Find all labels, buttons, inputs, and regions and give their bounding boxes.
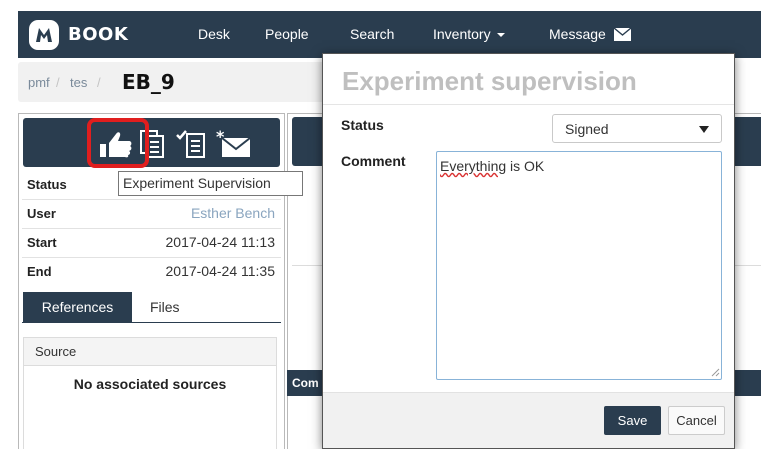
book-logo-icon[interactable] bbox=[29, 20, 59, 50]
page-title: EB_9 bbox=[122, 70, 175, 94]
tab-files[interactable]: Files bbox=[150, 299, 180, 315]
highlight-annotation bbox=[87, 118, 149, 168]
user-value[interactable]: Esther Bench bbox=[191, 205, 275, 221]
status-field-label: Status bbox=[341, 117, 384, 133]
nav-people[interactable]: People bbox=[265, 26, 309, 42]
breadcrumb: pmf / tes / EB_9 bbox=[18, 62, 338, 102]
breadcrumb-separator: / bbox=[97, 75, 101, 90]
breadcrumb-item-tes[interactable]: tes bbox=[70, 75, 87, 90]
end-value: 2017-04-24 11:35 bbox=[165, 263, 276, 279]
modal-title: Experiment supervision bbox=[342, 66, 637, 96]
top-navbar: BOOK Desk People Search Inventory Messag… bbox=[18, 11, 761, 58]
resize-grip-icon[interactable] bbox=[711, 368, 720, 377]
caret-down-icon bbox=[496, 33, 505, 38]
status-select-value: Signed bbox=[565, 121, 609, 137]
breadcrumb-item-pmf[interactable]: pmf bbox=[28, 75, 50, 90]
status-select[interactable]: Signed bbox=[552, 114, 722, 143]
supervision-modal: Experiment supervision Status Signed Com… bbox=[322, 53, 735, 449]
nav-search[interactable]: Search bbox=[350, 26, 394, 42]
source-panel: Source No associated sources bbox=[23, 337, 277, 449]
nav-desk[interactable]: Desk bbox=[198, 26, 230, 42]
divider bbox=[323, 104, 734, 105]
status-label: Status bbox=[27, 177, 67, 192]
divider bbox=[22, 228, 281, 229]
divider bbox=[22, 199, 281, 200]
mail-star-icon[interactable]: * bbox=[216, 129, 252, 159]
source-header: Source bbox=[24, 338, 276, 366]
divider bbox=[22, 257, 281, 258]
no-sources-message: No associated sources bbox=[73, 376, 227, 392]
breadcrumb-separator: / bbox=[56, 75, 60, 90]
end-label: End bbox=[27, 264, 52, 279]
modal-footer: Save Cancel bbox=[323, 392, 734, 448]
tab-references[interactable]: References bbox=[23, 292, 132, 323]
tooltip: Experiment Supervision bbox=[118, 171, 303, 196]
comment-text: is OK bbox=[506, 158, 545, 174]
cancel-button[interactable]: Cancel bbox=[668, 406, 725, 435]
save-button[interactable]: Save bbox=[604, 406, 661, 435]
nav-inventory-label: Inventory bbox=[433, 26, 491, 42]
comment-field-label: Comment bbox=[341, 153, 406, 169]
start-label: Start bbox=[27, 235, 57, 250]
user-label: User bbox=[27, 206, 56, 221]
caret-down-icon bbox=[699, 126, 709, 133]
tabs-underline bbox=[22, 322, 281, 323]
nav-inventory[interactable]: Inventory bbox=[433, 26, 505, 42]
comment-spellchecked-word: Everything bbox=[440, 158, 507, 174]
envelope-icon bbox=[613, 28, 631, 41]
start-value: 2017-04-24 11:13 bbox=[165, 234, 276, 250]
logo-text[interactable]: BOOK bbox=[68, 24, 128, 45]
experiment-toolbar: * bbox=[23, 118, 280, 167]
comment-textarea[interactable]: Everything is OK bbox=[436, 151, 722, 380]
nav-message-label: Message bbox=[549, 26, 606, 42]
nav-message[interactable]: Message bbox=[549, 26, 631, 42]
checklist-icon[interactable] bbox=[175, 129, 207, 159]
center-panel-strip: Com bbox=[287, 370, 327, 396]
